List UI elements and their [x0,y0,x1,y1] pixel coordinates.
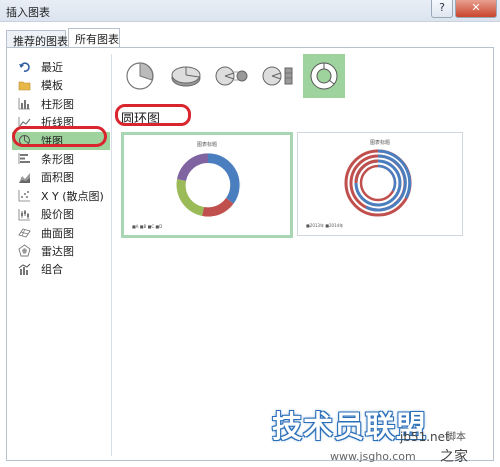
sidebar-item-label: 柱形图 [41,97,74,111]
sidebar-item-label: 模板 [41,79,63,93]
all-charts-pane: 最近 模板 柱形图 折线图 饼图 条形图 面积图 X Y (散点图) 股价图 曲… [6,47,494,461]
close-button[interactable]: ✕ [455,0,497,18]
area-chart-icon [18,171,31,184]
sidebar-item-label: 雷达图 [41,244,74,258]
window-title: 插入图表 [6,6,50,19]
bar-chart-icon [18,152,31,165]
bar-of-pie-icon [262,66,293,86]
doughnut-icon [310,62,338,90]
highlight-oval [12,126,107,147]
sidebar-item-label: 组合 [41,263,63,277]
sidebar-item-recent[interactable]: 最近 [12,58,110,76]
sidebar-item-scatter[interactable]: X Y (散点图) [12,187,110,205]
doughnut-preview-2[interactable]: 图表标题 ■2013年 ■2014年 [297,132,463,236]
vertical-divider [111,54,112,456]
doughnut-subtype-button[interactable] [303,54,345,98]
sidebar-item-label: 股价图 [41,208,74,222]
tab-all-charts[interactable]: 所有图表 [68,28,120,49]
radar-chart-icon [18,244,31,257]
pie-subtype-button[interactable] [119,54,161,98]
help-button[interactable]: ? [431,0,453,18]
sidebar-item-label: 条形图 [41,152,74,166]
tab-recommended-charts[interactable]: 推荐的图表 [6,30,68,48]
bar-of-pie-subtype-button[interactable] [257,54,299,98]
segment-green [176,179,204,216]
combo-chart-icon [18,263,31,276]
sidebar-item-label: 面积图 [41,171,74,185]
surface-chart-icon [18,226,31,239]
highlight-oval [115,104,191,126]
sidebar-item-label: 曲面图 [41,226,74,240]
watermark-corner: 脚本 [446,432,466,443]
sidebar-item-templates[interactable]: 模板 [12,76,110,94]
column-chart-icon [18,97,31,110]
sidebar-item-surface[interactable]: 曲面图 [12,224,110,242]
scatter-chart-icon [18,189,31,202]
watermark-jia: 之家 [440,449,468,465]
doughnut-preview-1[interactable]: 图表标题 ■A ■B ■C ■D [121,132,293,238]
undo-icon [18,61,31,74]
sidebar-item-stock[interactable]: 股价图 [12,205,110,223]
pie-of-pie-icon [215,66,248,86]
segment-blue [208,152,241,204]
watermark-site-2: www.jsgho.com [330,450,416,463]
sidebar-item-column[interactable]: 柱形图 [12,95,110,113]
preview-legend: ■A ■B ■C ■D [132,224,163,229]
folder-icon [18,79,31,92]
sidebar-item-radar[interactable]: 雷达图 [12,242,110,260]
pie-3d-subtype-button[interactable] [165,54,207,98]
title-bar: 插入图表 ? ✕ [0,0,500,22]
sidebar-item-bar[interactable]: 条形图 [12,150,110,168]
segment-red [202,198,234,217]
sidebar-item-combo[interactable]: 组合 [12,260,110,278]
chart-category-list: 最近 模板 柱形图 折线图 饼图 条形图 面积图 X Y (散点图) 股价图 曲… [12,58,110,279]
multi-ring-doughnut-chart [344,149,412,217]
stock-chart-icon [18,208,31,221]
sidebar-item-area[interactable]: 面积图 [12,168,110,186]
sidebar-item-label: 最近 [41,61,63,74]
pie-of-pie-subtype-button[interactable] [211,54,253,98]
doughnut-chart [175,152,241,218]
preview-legend: ■2013年 ■2014年 [306,223,344,228]
pie-3d-icon [171,66,201,87]
pie-icon [126,62,154,90]
sidebar-item-label: X Y (散点图) [41,189,104,203]
watermark-site: jb51.net [400,430,450,444]
